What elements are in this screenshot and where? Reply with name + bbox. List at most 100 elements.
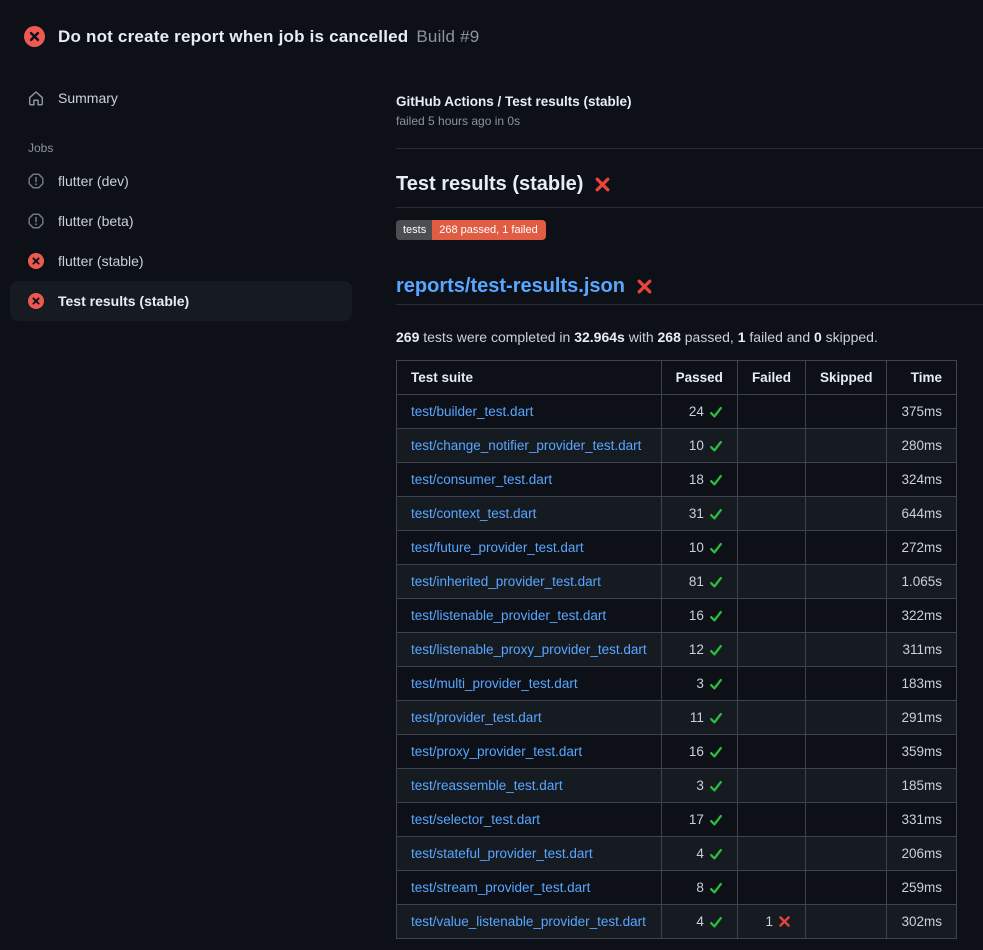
failed-cell — [737, 497, 805, 531]
test-suite-link[interactable]: test/builder_test.dart — [411, 404, 533, 419]
col-passed: Passed — [661, 361, 737, 395]
cross-icon — [778, 915, 791, 928]
skipped-cell — [805, 871, 887, 905]
build-title: Do not create report when job is cancell… — [58, 27, 408, 46]
passed-cell: 10 — [661, 429, 737, 463]
test-suite-cell: test/change_notifier_provider_test.dart — [397, 429, 662, 463]
test-suite-link[interactable]: test/multi_provider_test.dart — [411, 676, 578, 691]
check-icon — [709, 541, 723, 555]
table-row: test/consumer_test.dart18324ms — [397, 463, 957, 497]
table-row: test/listenable_proxy_provider_test.dart… — [397, 633, 957, 667]
test-suite-link[interactable]: test/proxy_provider_test.dart — [411, 744, 582, 759]
passed-cell: 8 — [661, 871, 737, 905]
duration: 32.964s — [574, 329, 625, 345]
skipped-cell — [805, 395, 887, 429]
check-icon — [709, 711, 723, 725]
skipped-cell — [805, 905, 887, 939]
passed-cell: 11 — [661, 701, 737, 735]
passed-cell: 24 — [661, 395, 737, 429]
passed-cell: 4 — [661, 837, 737, 871]
failed-cell — [737, 463, 805, 497]
test-suite-link[interactable]: test/reassemble_test.dart — [411, 778, 563, 793]
workflow-breadcrumb: GitHub Actions / Test results (stable) — [396, 94, 983, 109]
skipped-cell — [805, 565, 887, 599]
time-cell: 259ms — [887, 871, 957, 905]
test-suite-link[interactable]: test/future_provider_test.dart — [411, 540, 584, 555]
time-cell: 1.065s — [887, 565, 957, 599]
table-row: test/builder_test.dart24375ms — [397, 395, 957, 429]
failed-cell — [737, 633, 805, 667]
sidebar-job-item[interactable]: Test results (stable) — [10, 281, 352, 321]
jobs-list: flutter (dev) flutter (beta) flutter (stab… — [0, 161, 396, 321]
test-suite-link[interactable]: test/selector_test.dart — [411, 812, 540, 827]
test-results-table: Test suite Passed Failed Skipped Time te… — [396, 360, 957, 939]
col-failed: Failed — [737, 361, 805, 395]
test-suite-link[interactable]: test/inherited_provider_test.dart — [411, 574, 601, 589]
test-suite-link[interactable]: test/listenable_provider_test.dart — [411, 608, 606, 623]
table-row: test/reassemble_test.dart3185ms — [397, 769, 957, 803]
skipped-count: 0 — [814, 329, 822, 345]
check-icon — [709, 507, 723, 521]
passed-count: 268 — [658, 329, 681, 345]
sidebar: Summary Jobs flutter (dev)flutter (beta)… — [0, 56, 396, 321]
test-suite-link[interactable]: test/provider_test.dart — [411, 710, 542, 725]
test-suite-link[interactable]: test/consumer_test.dart — [411, 472, 552, 487]
test-suite-cell: test/context_test.dart — [397, 497, 662, 531]
test-suite-link[interactable]: test/stream_provider_test.dart — [411, 880, 590, 895]
divider — [396, 207, 983, 208]
test-suite-cell: test/consumer_test.dart — [397, 463, 662, 497]
time-cell: 206ms — [887, 837, 957, 871]
test-suite-link[interactable]: test/value_listenable_provider_test.dart — [411, 914, 646, 929]
table-row: test/proxy_provider_test.dart16359ms — [397, 735, 957, 769]
test-suite-link[interactable]: test/listenable_proxy_provider_test.dart — [411, 642, 647, 657]
skipped-cell — [805, 735, 887, 769]
skipped-cell — [805, 837, 887, 871]
sidebar-item-summary[interactable]: Summary — [10, 78, 352, 118]
section-heading: Test results (stable) — [396, 171, 983, 198]
failed-cell — [737, 565, 805, 599]
skipped-cell — [805, 701, 887, 735]
build-header: Do not create report when job is cancell… — [0, 0, 983, 56]
passed-cell: 4 — [661, 905, 737, 939]
col-skipped: Skipped — [805, 361, 887, 395]
test-suite-link[interactable]: test/change_notifier_provider_test.dart — [411, 438, 641, 453]
check-icon — [709, 779, 723, 793]
table-row: test/inherited_provider_test.dart811.065… — [397, 565, 957, 599]
time-cell: 359ms — [887, 735, 957, 769]
job-label: flutter (beta) — [58, 213, 133, 229]
table-header-row: Test suite Passed Failed Skipped Time — [397, 361, 957, 395]
table-row: test/future_provider_test.dart10272ms — [397, 531, 957, 565]
table-row: test/provider_test.dart11291ms — [397, 701, 957, 735]
failed-cell — [737, 735, 805, 769]
skipped-cell — [805, 463, 887, 497]
check-icon — [709, 575, 723, 589]
test-suite-cell: test/reassemble_test.dart — [397, 769, 662, 803]
check-icon — [709, 881, 723, 895]
home-icon — [28, 90, 44, 106]
passed-cell: 17 — [661, 803, 737, 837]
failed-cell — [737, 667, 805, 701]
passed-cell: 31 — [661, 497, 737, 531]
failed-cell — [737, 531, 805, 565]
sidebar-job-item[interactable]: flutter (stable) — [10, 241, 352, 281]
test-suite-link[interactable]: test/context_test.dart — [411, 506, 536, 521]
passed-cell: 12 — [661, 633, 737, 667]
main-content: GitHub Actions / Test results (stable) f… — [396, 56, 983, 939]
test-suite-cell: test/provider_test.dart — [397, 701, 662, 735]
skipped-cell — [805, 599, 887, 633]
skipped-cell — [805, 429, 887, 463]
report-heading: reports/test-results.json — [396, 273, 983, 300]
report-file-link[interactable]: reports/test-results.json — [396, 273, 625, 300]
sidebar-job-item[interactable]: flutter (dev) — [10, 161, 352, 201]
failed-cell — [737, 803, 805, 837]
sidebar-job-item[interactable]: flutter (beta) — [10, 201, 352, 241]
table-row: test/stream_provider_test.dart 8 259ms — [397, 871, 957, 905]
col-time: Time — [887, 361, 957, 395]
test-suite-cell: test/value_listenable_provider_test.dart — [397, 905, 662, 939]
sidebar-summary-label: Summary — [58, 90, 118, 106]
divider — [396, 304, 983, 305]
time-cell: 644ms — [887, 497, 957, 531]
time-cell: 272ms — [887, 531, 957, 565]
test-suite-link[interactable]: test/stateful_provider_test.dart — [411, 846, 593, 861]
job-cancelled-icon — [28, 173, 44, 189]
